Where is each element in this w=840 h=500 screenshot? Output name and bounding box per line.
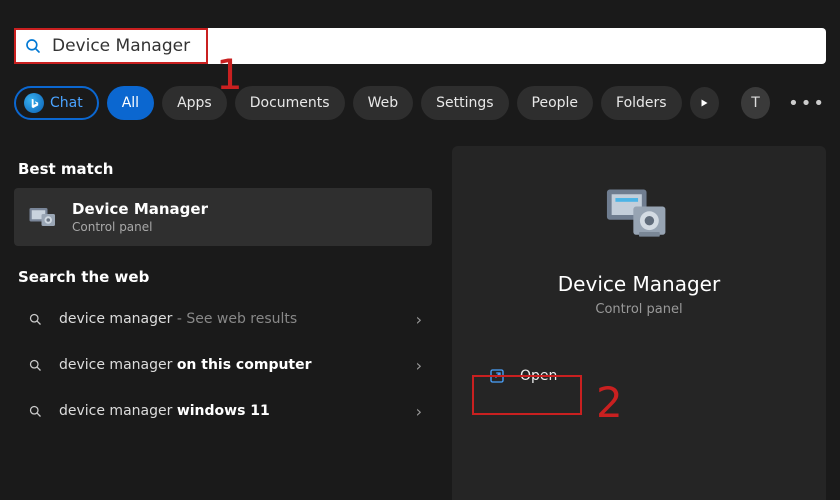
open-external-icon — [488, 367, 506, 385]
results-column: Best match Device Manager Control panel … — [14, 146, 432, 434]
more-options-icon[interactable]: ••• — [788, 93, 826, 114]
best-match-text: Device Manager Control panel — [72, 200, 208, 234]
tab-all[interactable]: All — [107, 86, 154, 120]
tab-folders[interactable]: Folders — [601, 86, 682, 120]
annotation-label-2: 2 — [596, 378, 623, 427]
search-input[interactable] — [52, 36, 816, 56]
search-bar[interactable] — [14, 28, 826, 64]
device-manager-large-icon — [601, 182, 677, 248]
open-button-label: Open — [520, 368, 557, 384]
search-icon — [28, 312, 43, 327]
user-avatar[interactable]: T — [741, 87, 770, 119]
chevron-right-icon: › — [416, 402, 422, 421]
device-manager-icon — [28, 202, 58, 232]
tab-chat-label: Chat — [50, 95, 83, 111]
detail-panel: Device Manager Control panel Open — [452, 146, 826, 500]
web-result-0[interactable]: device manager - See web results › — [14, 296, 432, 342]
tab-settings[interactable]: Settings — [421, 86, 508, 120]
search-icon — [28, 358, 43, 373]
open-button[interactable]: Open — [478, 359, 577, 393]
best-match-subtitle: Control panel — [72, 220, 208, 234]
tab-web[interactable]: Web — [353, 86, 414, 120]
best-match-result[interactable]: Device Manager Control panel — [14, 188, 432, 246]
tab-people[interactable]: People — [517, 86, 594, 120]
tab-chat[interactable]: Chat — [14, 86, 99, 120]
search-icon — [24, 37, 42, 55]
web-result-label: device manager windows 11 — [59, 403, 416, 419]
filter-scroll-button[interactable] — [690, 87, 719, 119]
web-result-1[interactable]: device manager on this computer › — [14, 342, 432, 388]
bing-icon — [24, 93, 44, 113]
chevron-right-icon: › — [416, 310, 422, 329]
section-search-web: Search the web — [18, 268, 432, 286]
search-icon — [28, 404, 43, 419]
chevron-right-icon: › — [416, 356, 422, 375]
tab-apps[interactable]: Apps — [162, 86, 227, 120]
best-match-title: Device Manager — [72, 200, 208, 218]
filter-tabs: Chat All Apps Documents Web Settings Peo… — [14, 86, 826, 120]
tab-documents[interactable]: Documents — [235, 86, 345, 120]
detail-subtitle: Control panel — [595, 302, 682, 317]
web-result-label: device manager - See web results — [59, 311, 416, 327]
web-result-label: device manager on this computer — [59, 357, 416, 373]
section-best-match: Best match — [18, 160, 432, 178]
web-result-2[interactable]: device manager windows 11 › — [14, 388, 432, 434]
detail-title: Device Manager — [558, 272, 720, 296]
